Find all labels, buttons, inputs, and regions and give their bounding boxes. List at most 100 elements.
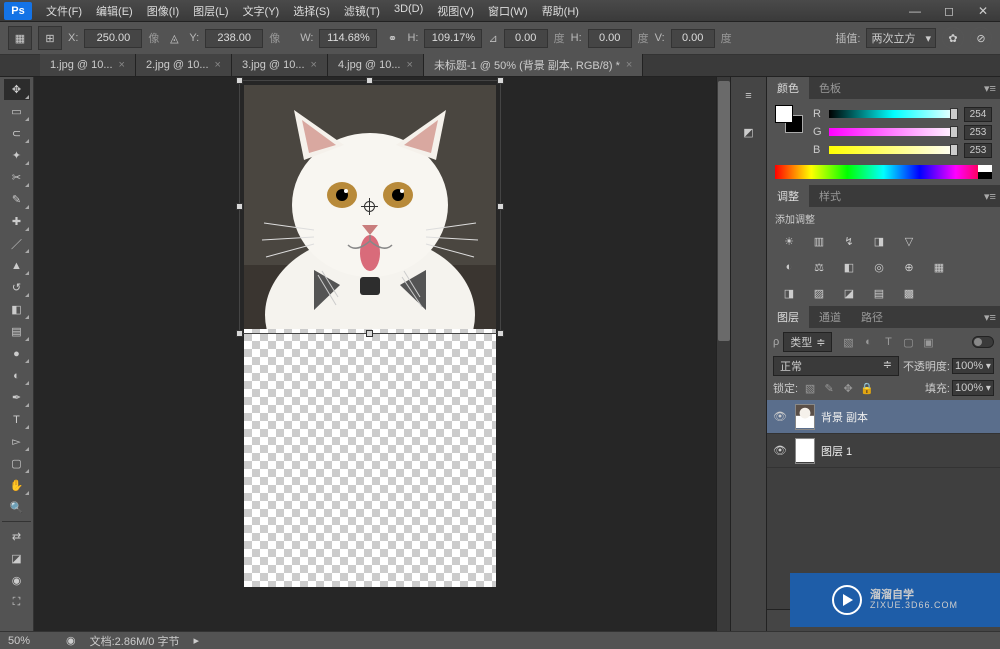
zoom-level[interactable]: 50% (8, 635, 52, 647)
canvas-viewport[interactable] (34, 77, 716, 631)
type-tool[interactable]: T (4, 409, 30, 430)
swap-colors-icon[interactable]: ⇄ (4, 526, 30, 547)
doc-info[interactable]: 文档:2.86M/0 字节 (90, 633, 180, 649)
handle-n[interactable] (366, 77, 373, 84)
adjust-panel-menu-icon[interactable]: ▾≡ (980, 190, 1000, 203)
blur-tool[interactable]: ● (4, 343, 30, 364)
lock-transparent-icon[interactable]: ▧ (803, 381, 817, 395)
channel-mixer-icon[interactable]: ⊕ (899, 258, 919, 276)
document-tab[interactable]: 2.jpg @ 10...× (136, 54, 232, 76)
lock-all-icon[interactable]: 🔒 (860, 381, 874, 395)
threshold-icon[interactable]: ◪ (839, 284, 859, 302)
color-lookup-icon[interactable]: ▦ (929, 258, 949, 276)
close-button[interactable]: ✕ (966, 0, 1000, 22)
document-tab[interactable]: 1.jpg @ 10...× (40, 54, 136, 76)
close-tab-icon[interactable]: × (626, 59, 632, 71)
dodge-tool[interactable]: ◐ (4, 365, 30, 386)
bw-icon[interactable]: ◧ (839, 258, 859, 276)
layer-thumbnail[interactable] (795, 438, 815, 464)
tab-adjustments[interactable]: 调整 (767, 185, 809, 207)
transform-bounding-box[interactable] (239, 80, 501, 334)
layer-filter-kind[interactable]: 类型≑ (783, 332, 832, 352)
status-icon[interactable]: ◉ (66, 634, 76, 647)
menu-item[interactable]: 3D(D) (388, 0, 429, 22)
posterize-icon[interactable]: ▨ (809, 284, 829, 302)
document-tab[interactable]: 4.jpg @ 10...× (328, 54, 424, 76)
quick-select-tool[interactable]: ✦ (4, 145, 30, 166)
document-tab[interactable]: 3.jpg @ 10...× (232, 54, 328, 76)
color-swatches[interactable] (775, 105, 803, 133)
tab-swatches[interactable]: 色板 (809, 77, 851, 99)
r-input[interactable] (964, 107, 992, 122)
vibrance-icon[interactable]: ▽ (899, 232, 919, 250)
eyedropper-tool[interactable]: ✎ (4, 189, 30, 210)
healing-tool[interactable]: ✚ (4, 211, 30, 232)
exposure-icon[interactable]: ◨ (869, 232, 889, 250)
hand-tool[interactable]: ✋ (4, 475, 30, 496)
close-tab-icon[interactable]: × (407, 59, 413, 71)
quick-mask-icon[interactable]: ◉ (4, 570, 30, 591)
color-spectrum[interactable] (775, 165, 992, 179)
zoom-tool[interactable]: 🔍 (4, 497, 30, 518)
close-tab-icon[interactable]: × (215, 59, 221, 71)
menu-item[interactable]: 滤镜(T) (338, 0, 386, 22)
menu-item[interactable]: 图层(L) (187, 0, 234, 22)
hue-icon[interactable]: ◐ (779, 258, 799, 276)
stamp-tool[interactable]: ▲ (4, 255, 30, 276)
eraser-tool[interactable]: ◧ (4, 299, 30, 320)
tab-styles[interactable]: 样式 (809, 185, 851, 207)
brightness-icon[interactable]: ☀ (779, 232, 799, 250)
gradient-tool[interactable]: ▤ (4, 321, 30, 342)
g-input[interactable] (964, 125, 992, 140)
close-tab-icon[interactable]: × (119, 59, 125, 71)
tab-layers[interactable]: 图层 (767, 306, 809, 328)
layers-panel-menu-icon[interactable]: ▾≡ (980, 311, 1000, 324)
opacity-input[interactable]: 100% ▾ (952, 358, 994, 374)
handle-center[interactable] (364, 201, 375, 212)
foreground-color[interactable] (775, 105, 793, 123)
lasso-tool[interactable]: ⊂ (4, 123, 30, 144)
history-panel-icon[interactable]: ≡ (736, 83, 762, 109)
y-input[interactable] (205, 29, 263, 48)
color-panel-menu-icon[interactable]: ▾≡ (980, 82, 1000, 95)
menu-item[interactable]: 文字(Y) (237, 0, 286, 22)
levels-icon[interactable]: ▥ (809, 232, 829, 250)
tab-channels[interactable]: 通道 (809, 306, 851, 328)
tab-paths[interactable]: 路径 (851, 306, 893, 328)
visibility-icon[interactable]: 👁 (771, 410, 789, 423)
filter-type-icon[interactable]: T (880, 334, 896, 350)
menu-item[interactable]: 视图(V) (431, 0, 480, 22)
interp-select[interactable]: 两次立方▾ (866, 28, 936, 48)
handle-w[interactable] (236, 203, 243, 210)
move-tool[interactable]: ✥ (4, 79, 30, 100)
layer-row[interactable]: 👁背景 副本 (767, 400, 1000, 434)
handle-ne[interactable] (497, 77, 504, 84)
handle-s[interactable] (366, 330, 373, 337)
transform-tool-icon[interactable]: ▦ (8, 26, 32, 50)
filter-pixel-icon[interactable]: ▧ (840, 334, 856, 350)
path-select-tool[interactable]: ▻ (4, 431, 30, 452)
lock-position-icon[interactable]: ✥ (841, 381, 855, 395)
reference-point-icon[interactable]: ⊞ (38, 26, 62, 50)
shape-tool[interactable]: ▢ (4, 453, 30, 474)
filter-shape-icon[interactable]: ▢ (900, 334, 916, 350)
angle-input[interactable] (504, 29, 548, 48)
default-colors-icon[interactable]: ◪ (4, 548, 30, 569)
x-input[interactable] (84, 29, 142, 48)
menu-item[interactable]: 编辑(E) (90, 0, 139, 22)
handle-e[interactable] (497, 203, 504, 210)
handle-nw[interactable] (236, 77, 243, 84)
color-balance-icon[interactable]: ⚖ (809, 258, 829, 276)
screen-mode-icon[interactable]: ⛶ (4, 592, 30, 613)
brush-tool[interactable]: ／ (4, 233, 30, 254)
crop-tool[interactable]: ✂ (4, 167, 30, 188)
filter-adjust-icon[interactable]: ◐ (860, 334, 876, 350)
maximize-button[interactable]: ◻ (932, 0, 966, 22)
w-input[interactable] (319, 29, 377, 48)
hskew-input[interactable] (588, 29, 632, 48)
cancel-transform-icon[interactable]: ✿ (942, 27, 964, 49)
vskew-input[interactable] (671, 29, 715, 48)
menu-item[interactable]: 图像(I) (141, 0, 185, 22)
h-input[interactable] (424, 29, 482, 48)
commit-transform-icon[interactable]: ⊘ (970, 27, 992, 49)
